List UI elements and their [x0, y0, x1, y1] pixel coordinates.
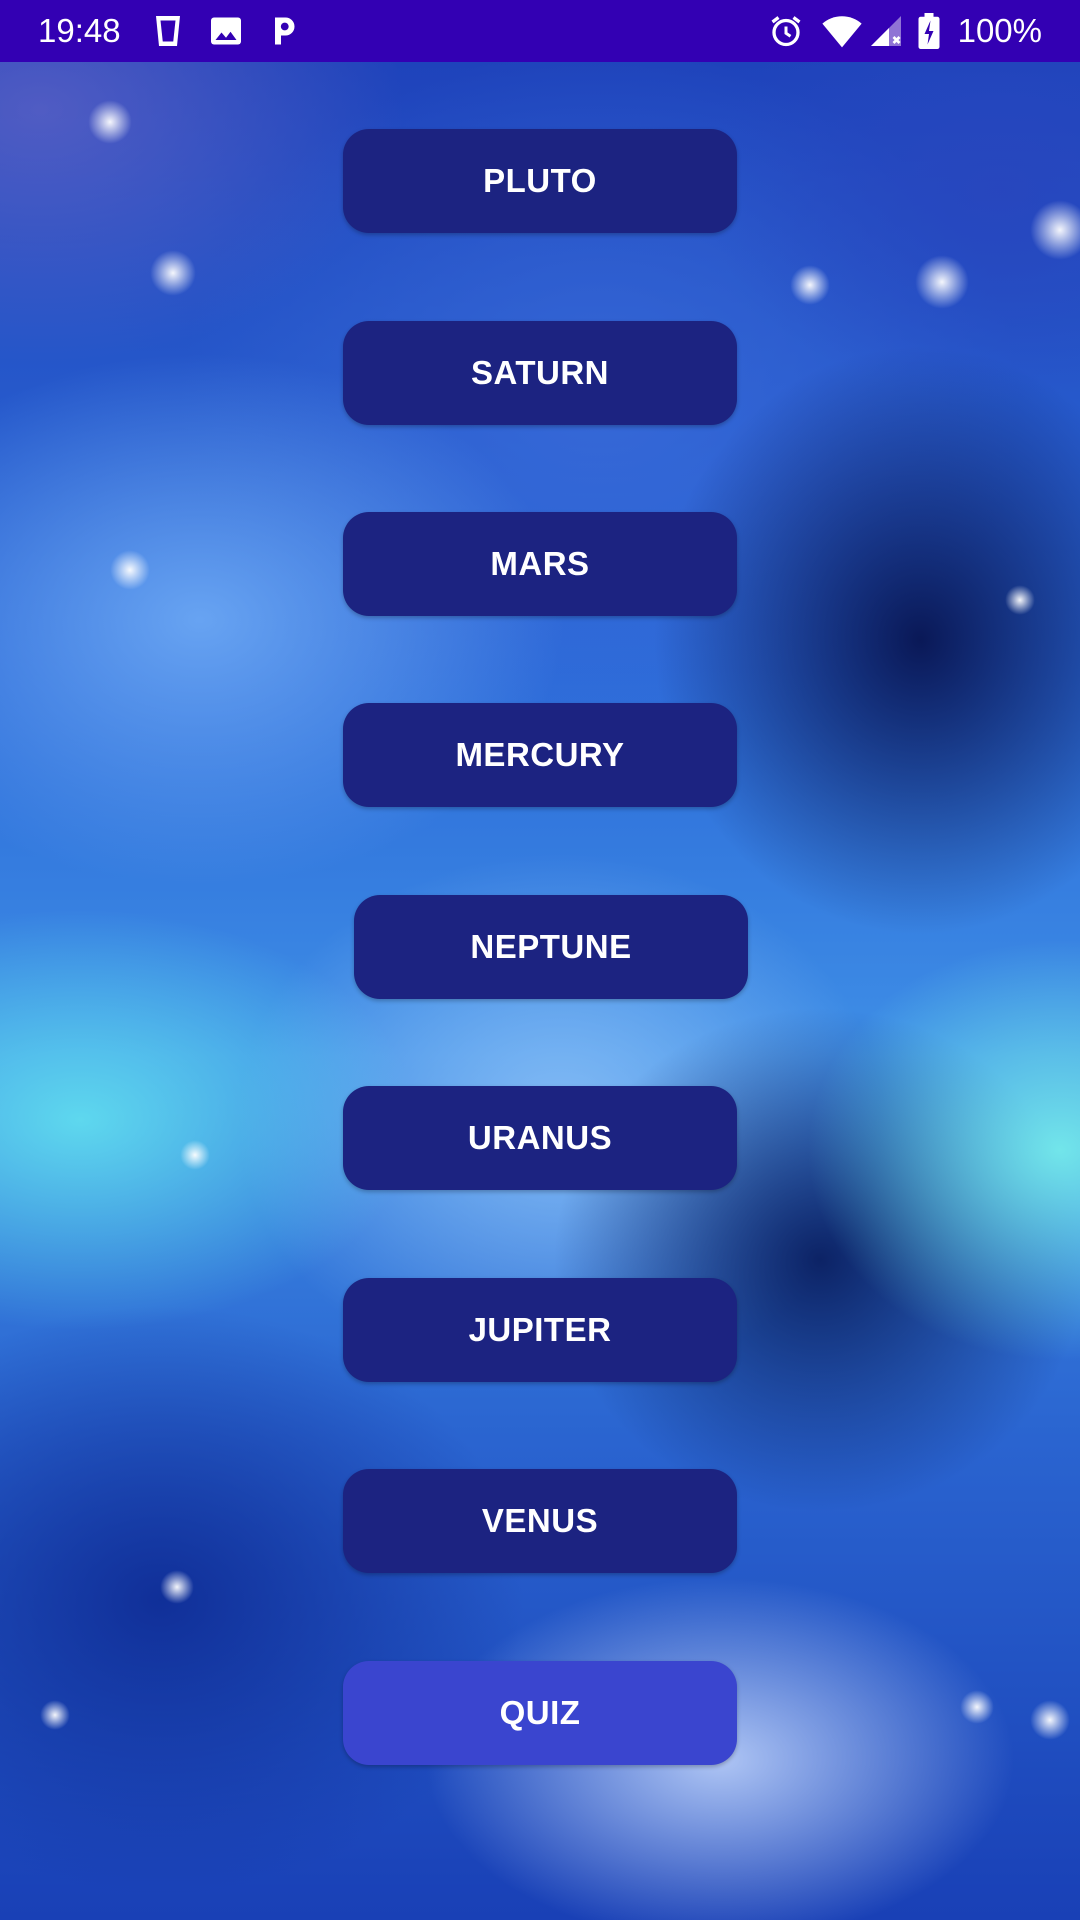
star: [790, 265, 830, 305]
star: [40, 1700, 70, 1730]
star: [960, 1690, 994, 1724]
star: [150, 250, 196, 296]
status-bar: 19:48 100%: [0, 0, 1080, 62]
saturn-button[interactable]: SATURN: [343, 321, 737, 425]
mars-button[interactable]: MARS: [343, 512, 737, 616]
star: [180, 1140, 210, 1170]
uranus-button[interactable]: URANUS: [343, 1086, 737, 1190]
star: [160, 1570, 194, 1604]
jupiter-button[interactable]: JUPITER: [343, 1278, 737, 1382]
star: [1005, 585, 1035, 615]
alarm-icon: [768, 13, 804, 49]
battery-charging-icon: [916, 13, 942, 49]
star: [1030, 200, 1080, 260]
neptune-button[interactable]: NEPTUNE: [354, 895, 748, 999]
parking-app-icon: [266, 13, 302, 49]
image-icon: [208, 13, 244, 49]
star: [915, 255, 969, 309]
battery-percent: 100%: [957, 12, 1042, 49]
star: [110, 550, 150, 590]
planet-menu-screen: 19:48 100% PLUTO SATURN MARS MERCURY NEP…: [0, 0, 1080, 1920]
cup-icon: [150, 13, 186, 49]
mercury-button[interactable]: MERCURY: [343, 703, 737, 807]
star: [88, 100, 132, 144]
venus-button[interactable]: VENUS: [343, 1469, 737, 1573]
status-time: 19:48: [38, 12, 121, 49]
quiz-button[interactable]: QUIZ: [343, 1661, 737, 1765]
cell-signal-icon: [868, 13, 904, 49]
wifi-icon: [822, 13, 862, 49]
star: [1030, 1700, 1070, 1740]
pluto-button[interactable]: PLUTO: [343, 129, 737, 233]
